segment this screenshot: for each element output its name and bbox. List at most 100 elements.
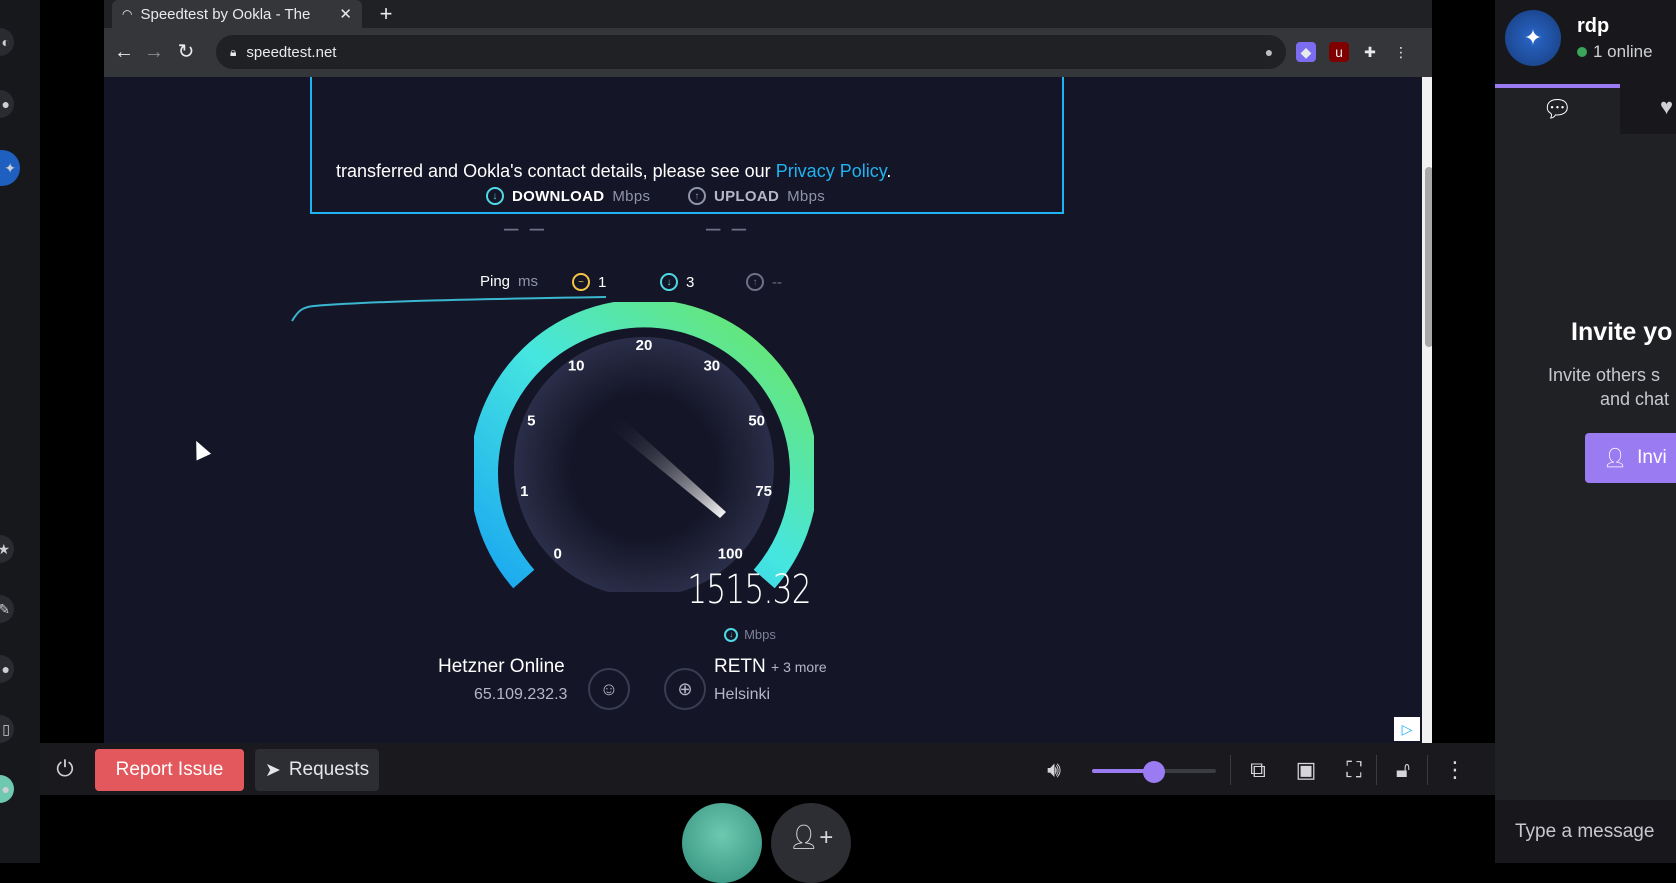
- gauge-tick-5: 5: [527, 412, 535, 429]
- upload-latency-icon: ↑: [746, 273, 764, 291]
- tab-members[interactable]: ♥: [1620, 84, 1676, 134]
- isp-ip: 65.109.232.3: [474, 686, 568, 703]
- reload-button[interactable]: ↻: [174, 40, 198, 64]
- gauge-tick-30: 30: [703, 358, 720, 375]
- gauge-tick-0: 0: [554, 545, 562, 562]
- download-latency-icon: ↓: [660, 273, 678, 291]
- popout-icon[interactable]: ⧉: [1244, 756, 1272, 784]
- fullscreen-icon[interactable]: ⛶: [1340, 756, 1368, 784]
- download-value: – –: [504, 212, 547, 242]
- address-bar[interactable]: 🔒︎ speedtest.net: [216, 35, 1286, 69]
- ping-upload: ↑ --: [746, 273, 782, 291]
- privacy-policy-link[interactable]: Privacy Policy: [776, 161, 887, 181]
- browser-toolbar: ← → ↻ 🔒︎ speedtest.net ● ◆ u ✚ ⋮: [104, 28, 1432, 77]
- divider: [1376, 755, 1377, 785]
- tab-speedtest[interactable]: ◠ Speedtest by Ookla - The ✕: [112, 0, 362, 28]
- friends-icon[interactable]: ●: [0, 90, 14, 118]
- server-rail: ◐ ● ✦ ★ ✎ ● ▯ ●: [0, 0, 40, 863]
- server-rdp-icon[interactable]: ✦: [0, 150, 20, 186]
- gauge-tick-100: 100: [718, 545, 743, 562]
- gauge-tick-20: 20: [636, 337, 653, 354]
- download-arrow-icon: ↓: [486, 187, 504, 205]
- change-server-link[interactable]: + 3 more: [771, 659, 827, 675]
- page-scrollbar-thumb[interactable]: [1425, 167, 1432, 347]
- server-name: RETN + 3 more: [714, 656, 827, 677]
- tab-title: Speedtest by Ookla - The: [140, 5, 311, 23]
- add-user-icon: 👤︎+: [788, 824, 834, 851]
- upload-value: – –: [706, 212, 749, 242]
- ping-download: ↓ 3: [660, 273, 694, 291]
- lock-icon: 🔒︎: [230, 44, 237, 59]
- room-header: ✦ rdp 1 online: [1495, 0, 1676, 84]
- report-issue-button[interactable]: Report Issue: [95, 749, 244, 791]
- pointer-icon: ➤: [264, 759, 281, 781]
- forward-button[interactable]: →: [142, 40, 166, 64]
- upload-arrow-icon: ↑: [688, 187, 706, 205]
- tab-close-icon[interactable]: ✕: [339, 5, 352, 23]
- globe-icon[interactable]: ⊕: [664, 668, 706, 710]
- tab-chat[interactable]: 💬︎: [1495, 84, 1620, 134]
- upload-header: ↑ UPLOAD Mbps: [688, 187, 825, 205]
- url-text: speedtest.net: [246, 43, 337, 61]
- invite-title: Invite yo: [1571, 318, 1673, 346]
- extension-icon[interactable]: ◆: [1296, 42, 1316, 62]
- invite-description: Invite others s: [1548, 365, 1661, 385]
- gauge-tick-50: 50: [748, 412, 765, 429]
- dot-icon[interactable]: ●: [0, 655, 14, 683]
- invite-description-line2: and chat: [1600, 389, 1670, 409]
- requests-button[interactable]: ➤ Requests: [255, 749, 379, 791]
- device-icon[interactable]: ▯: [0, 715, 14, 743]
- extensions-puzzle-icon[interactable]: ✚: [1360, 42, 1380, 62]
- adchoices-icon[interactable]: ▷: [1394, 717, 1420, 741]
- participants-strip: 👤︎+: [40, 795, 1495, 883]
- tools-icon[interactable]: ✎: [0, 595, 14, 623]
- gauge-tick-1: 1: [520, 483, 528, 500]
- browser-window: ◠ Speedtest by Ookla - The ✕ + ← → ↻ 🔒︎ …: [104, 0, 1432, 743]
- stream-controls: ⏻ Report Issue ➤ Requests 🔊︎ ⧉ ▣ ⛶ 🔓︎ ⋮: [40, 743, 1495, 795]
- room-name: rdp: [1577, 15, 1610, 37]
- back-button[interactable]: ←: [112, 40, 136, 64]
- tab-bar: ◠ Speedtest by Ookla - The ✕ +: [104, 0, 1432, 28]
- invite-button[interactable]: 👤︎ Invi: [1585, 433, 1676, 483]
- user-icon[interactable]: ☺: [588, 668, 630, 710]
- user-avatar-icon[interactable]: ●: [0, 775, 14, 803]
- isp-name: Hetzner Online: [438, 656, 565, 677]
- speed-readout: 1515.32: [687, 567, 811, 613]
- divider: [1427, 755, 1428, 785]
- members-icon: ♥: [1660, 94, 1674, 119]
- online-status: 1 online: [1577, 42, 1653, 62]
- gauge-tick-10: 10: [568, 358, 585, 375]
- gauge-tick-75: 75: [755, 483, 772, 500]
- invite-participant-button[interactable]: 👤︎+: [771, 803, 851, 883]
- lock-control-icon[interactable]: 🔓︎: [1389, 756, 1417, 784]
- chat-icon: 💬︎: [1542, 96, 1573, 123]
- message-input[interactable]: Type a message: [1495, 800, 1676, 863]
- privacy-notice: transferred and Ookla's contact details,…: [310, 77, 1064, 214]
- browser-menu-icon[interactable]: ⋮: [1391, 42, 1411, 62]
- add-user-icon: 👤︎: [1603, 448, 1628, 469]
- power-icon[interactable]: ⏻: [52, 756, 78, 782]
- room-sidebar: ✦ rdp 1 online 💬︎ ♥ Invite yo Invite oth…: [1495, 0, 1676, 863]
- star-icon[interactable]: ★: [0, 535, 14, 563]
- speed-readout-unit: ↓ Mbps: [660, 627, 840, 642]
- volume-thumb[interactable]: [1143, 761, 1165, 783]
- download-header: ↓ DOWNLOAD Mbps: [486, 187, 650, 205]
- speed-gauge: 0 1 5 10 20 30 50 75 100: [474, 302, 814, 592]
- more-options-icon[interactable]: ⋮: [1441, 756, 1469, 784]
- participant-avatar[interactable]: [682, 803, 762, 883]
- online-dot-icon: [1577, 47, 1587, 57]
- ublock-icon[interactable]: u: [1329, 42, 1349, 62]
- server-city: Helsinki: [714, 686, 771, 703]
- theater-mode-icon[interactable]: ▣: [1292, 756, 1320, 784]
- app-logo-icon[interactable]: ◐: [0, 28, 14, 56]
- new-tab-button[interactable]: +: [374, 2, 398, 26]
- readout-download-icon: ↓: [724, 627, 739, 642]
- room-avatar-icon[interactable]: ✦: [1505, 10, 1561, 66]
- divider: [1230, 755, 1231, 785]
- volume-icon[interactable]: 🔊︎: [1040, 756, 1068, 784]
- location-icon[interactable]: ●: [1259, 42, 1279, 62]
- tab-favicon-icon: ◠: [122, 7, 133, 21]
- notice-text: transferred and Ookla's contact details,…: [336, 161, 892, 181]
- speedtest-page: transferred and Ookla's contact details,…: [104, 77, 1422, 743]
- sidebar-tabs: 💬︎ ♥: [1495, 84, 1676, 134]
